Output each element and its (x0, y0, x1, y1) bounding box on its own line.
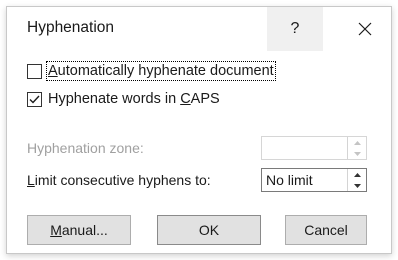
auto-hyphenate-label: Automatically hyphenate document (46, 61, 276, 81)
title-bar: Hyphenation ? (7, 7, 391, 51)
limit-hyphens-value[interactable]: No limit (266, 172, 313, 188)
caps-checkbox[interactable] (27, 91, 42, 107)
ok-button[interactable]: OK (157, 215, 261, 245)
spin-down-icon[interactable] (348, 180, 366, 191)
cancel-button[interactable]: Cancel (285, 215, 367, 245)
checkmark-icon (29, 95, 40, 104)
auto-hyphenate-checkbox[interactable] (27, 63, 42, 79)
auto-hyphenate-option[interactable]: Automatically hyphenate document (27, 61, 276, 81)
manual-button[interactable]: Manual... (27, 215, 131, 245)
limit-hyphens-label: Limit consecutive hyphens to: (27, 172, 211, 188)
spin-down-icon[interactable] (348, 148, 366, 159)
hyphenation-dialog: Hyphenation ? Automatically hyphenate do… (6, 6, 392, 254)
close-icon (358, 22, 372, 36)
help-icon: ? (290, 20, 300, 37)
hyphenation-zone-label: Hyphenation zone: (27, 140, 144, 156)
caps-option[interactable]: Hyphenate words in CAPS (27, 91, 220, 107)
spin-up-icon[interactable] (348, 169, 366, 180)
dialog-title: Hyphenation (27, 19, 115, 36)
limit-hyphens-spinner[interactable]: No limit (261, 168, 367, 192)
help-button[interactable]: ? (267, 7, 323, 51)
hyphenation-zone-spinner[interactable] (261, 136, 367, 160)
close-button[interactable] (337, 7, 393, 51)
spin-up-icon[interactable] (348, 137, 366, 148)
caps-label: Hyphenate words in CAPS (48, 91, 220, 107)
